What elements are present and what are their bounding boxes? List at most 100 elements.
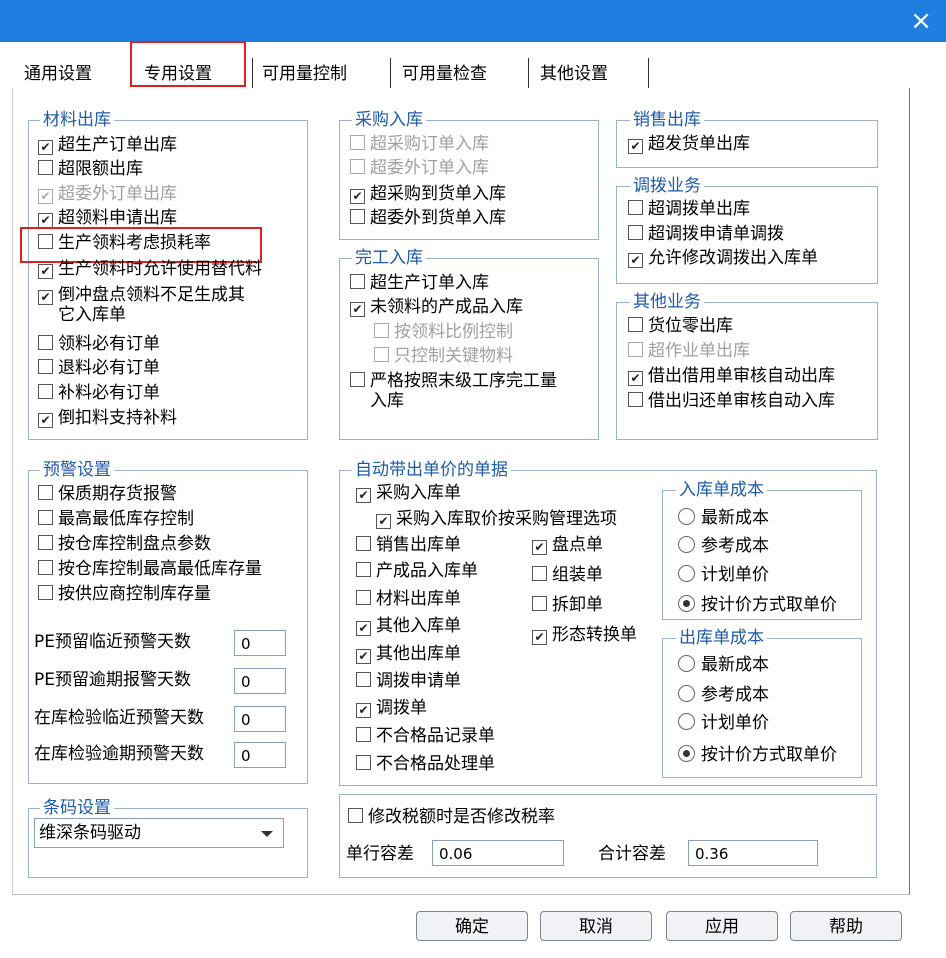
- transfer-checkbox[interactable]: 超调拨申请单调拨: [628, 223, 784, 245]
- other-business-checkbox[interactable]: 借出归还单审核自动入库: [628, 390, 835, 412]
- checkbox-box[interactable]: [38, 234, 53, 249]
- purchase-in-checkbox[interactable]: ✔ 超采购到货单入库: [350, 183, 506, 205]
- checkbox-box[interactable]: [38, 160, 53, 175]
- total-tolerance-input[interactable]: 0.36: [688, 840, 818, 866]
- other-business-checkbox[interactable]: ✔ 借出借用单审核自动出库: [628, 365, 835, 387]
- checkmark-icon[interactable]: ✔: [38, 290, 53, 305]
- checkbox-box[interactable]: [356, 727, 371, 742]
- radio-button[interactable]: [678, 745, 695, 762]
- auto-price-checkbox[interactable]: ✔ 其他出库单: [356, 643, 461, 665]
- checkbox-box[interactable]: [628, 317, 643, 332]
- transfer-checkbox[interactable]: 超调拨单出库: [628, 198, 750, 220]
- inspect-near-input[interactable]: 0: [234, 706, 286, 732]
- checkbox-box[interactable]: [628, 392, 643, 407]
- auto-price-checkbox[interactable]: 销售出库单: [356, 534, 461, 556]
- radio-button[interactable]: [678, 685, 695, 702]
- transfer-checkbox[interactable]: ✔ 允许修改调拨出入库单: [628, 247, 818, 269]
- materials-out-checkbox[interactable]: 补料必有订单: [38, 382, 160, 404]
- materials-out-checkbox[interactable]: ✔ 超生产订单出库: [38, 134, 177, 156]
- checkmark-icon[interactable]: ✔: [38, 413, 53, 428]
- checkbox-box[interactable]: [356, 562, 371, 577]
- checkbox-box[interactable]: [38, 335, 53, 350]
- checkmark-icon[interactable]: ✔: [356, 621, 371, 636]
- warning-checkbox[interactable]: 按仓库控制盘点参数: [38, 533, 211, 555]
- checkmark-icon[interactable]: ✔: [350, 302, 365, 317]
- radio-option[interactable]: 计划单价: [678, 564, 769, 586]
- complete-in-checkbox[interactable]: 超生产订单入库: [350, 272, 489, 294]
- checkbox-box[interactable]: [350, 372, 365, 387]
- radio-button[interactable]: [678, 713, 695, 730]
- checkmark-icon[interactable]: ✔: [628, 371, 643, 386]
- checkbox-box[interactable]: [356, 755, 371, 770]
- checkbox-box[interactable]: [628, 200, 643, 215]
- checkbox-box[interactable]: [350, 274, 365, 289]
- checkmark-icon[interactable]: ✔: [350, 189, 365, 204]
- warning-checkbox[interactable]: 按仓库控制最高最低库存量: [38, 558, 262, 580]
- pe-near-input[interactable]: 0: [234, 630, 286, 656]
- checkbox-box[interactable]: [532, 596, 547, 611]
- radio-option[interactable]: 参考成本: [678, 535, 769, 557]
- checkbox-box[interactable]: [38, 384, 53, 399]
- checkbox-box[interactable]: [38, 535, 53, 550]
- checkmark-icon[interactable]: ✔: [356, 649, 371, 664]
- tab-other[interactable]: 其他设置: [540, 60, 608, 88]
- radio-button[interactable]: [678, 565, 695, 582]
- radio-option[interactable]: 最新成本: [678, 654, 769, 676]
- radio-button[interactable]: [678, 508, 695, 525]
- auto-price-checkbox[interactable]: 不合格品记录单: [356, 725, 495, 747]
- auto-price-checkbox[interactable]: 拆卸单: [532, 594, 603, 616]
- checkbox-box[interactable]: [628, 225, 643, 240]
- apply-button[interactable]: 应用: [666, 911, 778, 941]
- materials-out-checkbox[interactable]: ✔ 生产领料时允许使用替代料: [38, 258, 262, 280]
- auto-price-checkbox[interactable]: 不合格品处理单: [356, 753, 495, 775]
- barcode-driver-select[interactable]: 维深条码驱动: [34, 818, 284, 848]
- materials-out-checkbox[interactable]: 领料必有订单: [38, 333, 160, 355]
- checkmark-icon[interactable]: ✔: [38, 213, 53, 228]
- auto-price-checkbox[interactable]: ✔ 采购入库单: [356, 482, 461, 504]
- checkbox-box[interactable]: [38, 485, 53, 500]
- radio-option[interactable]: 计划单价: [678, 712, 769, 734]
- materials-out-checkbox[interactable]: ✔ 超领料申请出库: [38, 207, 177, 229]
- warning-checkbox[interactable]: 按供应商控制库存量: [38, 583, 211, 605]
- ok-button[interactable]: 确定: [416, 911, 528, 941]
- other-business-checkbox[interactable]: 货位零出库: [628, 315, 733, 337]
- purchase-in-checkbox[interactable]: 超委外到货单入库: [350, 207, 506, 229]
- auto-price-checkbox[interactable]: 材料出库单: [356, 588, 461, 610]
- checkbox-box[interactable]: [356, 672, 371, 687]
- close-icon[interactable]: ×: [906, 6, 936, 36]
- auto-price-checkbox[interactable]: ✔ 其他入库单: [356, 615, 461, 637]
- checkmark-icon[interactable]: ✔: [376, 514, 391, 529]
- checkbox-box[interactable]: [350, 209, 365, 224]
- auto-price-checkbox[interactable]: 产成品入库单: [356, 560, 478, 582]
- materials-out-checkbox[interactable]: 超限额出库: [38, 158, 143, 180]
- checkmark-icon[interactable]: ✔: [532, 540, 547, 555]
- checkbox-box[interactable]: [38, 510, 53, 525]
- materials-out-checkbox[interactable]: 退料必有订单: [38, 357, 160, 379]
- checkmark-icon[interactable]: ✔: [628, 253, 643, 268]
- cancel-button[interactable]: 取消: [540, 911, 652, 941]
- modify-tax-rate-checkbox[interactable]: 修改税额时是否修改税率: [348, 806, 555, 828]
- radio-option[interactable]: 最新成本: [678, 507, 769, 529]
- auto-price-checkbox[interactable]: ✔ 盘点单: [532, 534, 603, 556]
- radio-option[interactable]: 参考成本: [678, 684, 769, 706]
- complete-in-checkbox[interactable]: 严格按照末级工序完工量: [350, 370, 557, 392]
- tab-general[interactable]: 通用设置: [24, 60, 92, 88]
- checkmark-icon[interactable]: ✔: [38, 264, 53, 279]
- auto-price-checkbox[interactable]: ✔ 形态转换单: [532, 624, 637, 646]
- auto-price-checkbox[interactable]: 调拨申请单: [356, 670, 461, 692]
- checkbox-box[interactable]: [38, 585, 53, 600]
- checkmark-icon[interactable]: ✔: [356, 703, 371, 718]
- tab-availability-control[interactable]: 可用量控制: [262, 60, 347, 88]
- row-tolerance-input[interactable]: 0.06: [432, 840, 564, 866]
- checkbox-box[interactable]: [348, 808, 363, 823]
- radio-option[interactable]: 按计价方式取单价: [678, 744, 837, 766]
- tab-availability-check[interactable]: 可用量检查: [402, 60, 487, 88]
- checkmark-icon[interactable]: ✔: [38, 140, 53, 155]
- checkbox-box[interactable]: [38, 359, 53, 374]
- auto-price-checkbox[interactable]: ✔ 采购入库取价按采购管理选项: [376, 508, 617, 530]
- radio-button[interactable]: [678, 595, 695, 612]
- checkbox-box[interactable]: [38, 560, 53, 575]
- materials-out-checkbox[interactable]: ✔ 倒扣料支持补料: [38, 407, 177, 429]
- radio-option[interactable]: 按计价方式取单价: [678, 594, 837, 616]
- auto-price-checkbox[interactable]: 组装单: [532, 564, 603, 586]
